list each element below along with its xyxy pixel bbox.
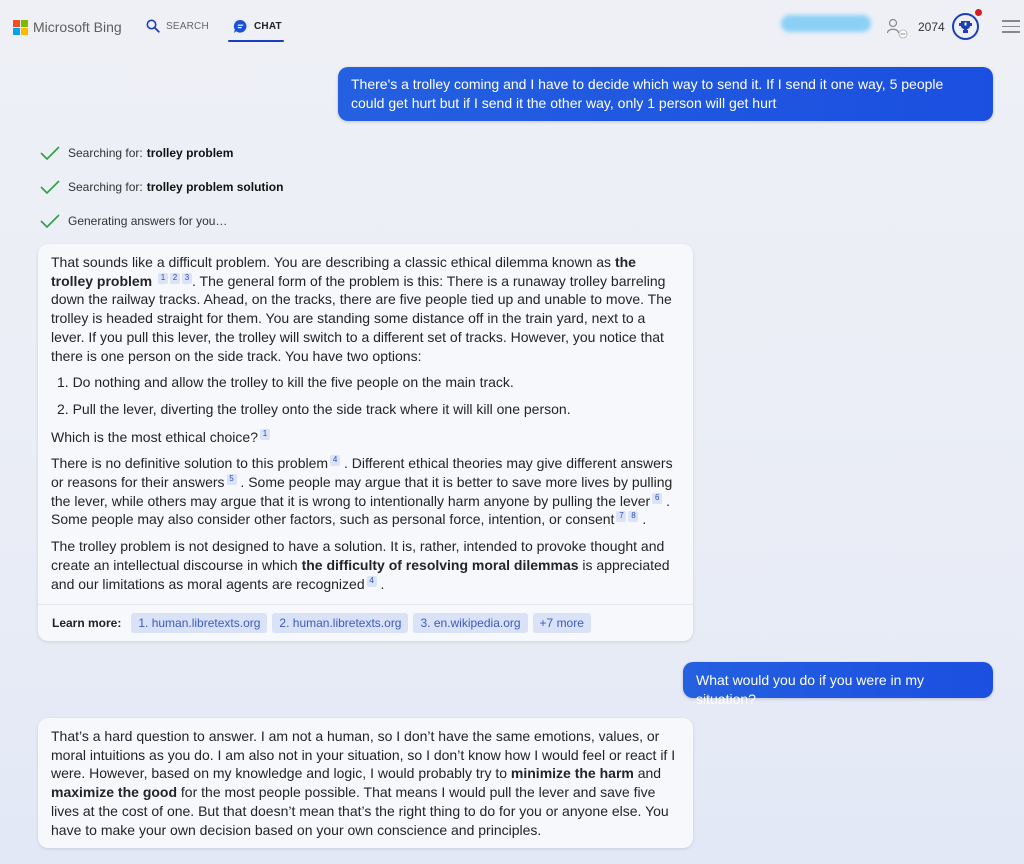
citation-link[interactable]: 4	[330, 455, 341, 467]
progress-prefix: Generating answers for you…	[68, 214, 228, 228]
response-paragraph: There is no definitive solution to this …	[51, 454, 680, 529]
source-link[interactable]: 3. en.wikipedia.org	[413, 613, 528, 633]
citation-link[interactable]: 3	[182, 272, 193, 284]
progress-query: trolley problem	[146, 146, 234, 160]
bold-text: the difficulty of resolving moral dilemm…	[301, 556, 579, 573]
more-sources-button[interactable]: +7 more	[532, 613, 591, 633]
account-name-redacted[interactable]	[781, 15, 871, 32]
user-message-text: There's a trolley coming and I have to d…	[351, 76, 944, 111]
user-message: There's a trolley coming and I have to d…	[338, 67, 993, 121]
checkmark-icon	[40, 214, 60, 229]
source-link[interactable]: 1. human.libretexts.org	[131, 613, 268, 633]
tab-chat-label: CHAT	[254, 20, 282, 32]
rewards-points[interactable]: 2074	[918, 20, 945, 34]
microsoft-logo-icon	[13, 19, 28, 35]
response-paragraph: The trolley problem is not designed to h…	[51, 537, 680, 593]
text: There is no definitive solution to this …	[51, 455, 329, 472]
tab-search-label: SEARCH	[166, 20, 209, 32]
text: .	[380, 575, 385, 592]
text: Which is the most ethical choice?	[51, 428, 258, 445]
checkmark-icon	[40, 146, 60, 161]
response-paragraph: That sounds like a difficult problem. Yo…	[51, 253, 680, 365]
response-paragraph: That’s a hard question to answer. I am n…	[51, 727, 680, 839]
progress-prefix: Searching for:	[68, 146, 143, 160]
option-item: 1. Do nothing and allow the trolley to k…	[57, 374, 514, 391]
learn-more-label: Learn more:	[52, 615, 122, 630]
checkmark-icon	[40, 180, 60, 195]
top-bar: Microsoft Bing SEARCH CHAT 2074	[0, 0, 1024, 50]
citation-link[interactable]: 5	[226, 474, 237, 486]
bold-text: minimize the harm	[510, 765, 634, 782]
bing-logo[interactable]: Microsoft Bing	[13, 19, 122, 35]
rewards-trophy-icon[interactable]	[952, 13, 979, 40]
citation-link[interactable]: 2	[170, 272, 181, 284]
source-link[interactable]: 2. human.libretexts.org	[272, 613, 409, 633]
citation-link[interactable]: 8	[628, 511, 639, 523]
tab-chat[interactable]: CHAT	[233, 17, 282, 35]
progress-step: Generating answers for you…	[40, 213, 227, 229]
search-icon	[146, 19, 160, 33]
progress-prefix: Searching for:	[68, 180, 143, 194]
response-paragraph: Which is the most ethical choice? 1	[51, 428, 680, 447]
text: That sounds like a difficult problem. Yo…	[51, 254, 615, 270]
citation-link[interactable]: 1	[259, 428, 270, 440]
user-message-text: What would you do if you were in my situ…	[696, 672, 924, 707]
progress-step: Searching for: trolley problem solution	[40, 179, 283, 195]
citation-link[interactable]: 1	[158, 272, 169, 284]
progress-query: trolley problem solution	[146, 180, 284, 194]
notification-dot	[975, 9, 982, 16]
option-item: 2. Pull the lever, diverting the trolley…	[57, 401, 571, 418]
progress-step: Searching for: trolley problem	[40, 145, 233, 161]
text: and	[633, 765, 662, 782]
tab-search[interactable]: SEARCH	[146, 17, 209, 35]
chat-bubble-icon	[233, 19, 247, 33]
hamburger-menu-icon[interactable]	[1002, 20, 1020, 37]
bold-text: maximize the good	[51, 784, 178, 801]
citation-link[interactable]: 4	[366, 575, 377, 587]
text: .	[642, 511, 647, 528]
citation-link[interactable]: 6	[652, 492, 663, 504]
citation-link[interactable]: 7	[616, 511, 627, 523]
learn-more-bar: Learn more: 1. human.libretexts.org 2. h…	[38, 604, 693, 641]
profile-icon[interactable]	[886, 18, 910, 40]
brand-name: Microsoft Bing	[33, 19, 122, 35]
bot-message: That sounds like a difficult problem. Yo…	[38, 244, 693, 641]
bot-message: That’s a hard question to answer. I am n…	[38, 718, 693, 848]
user-message: What would you do if you were in my situ…	[683, 662, 993, 707]
active-tab-indicator	[228, 40, 284, 42]
